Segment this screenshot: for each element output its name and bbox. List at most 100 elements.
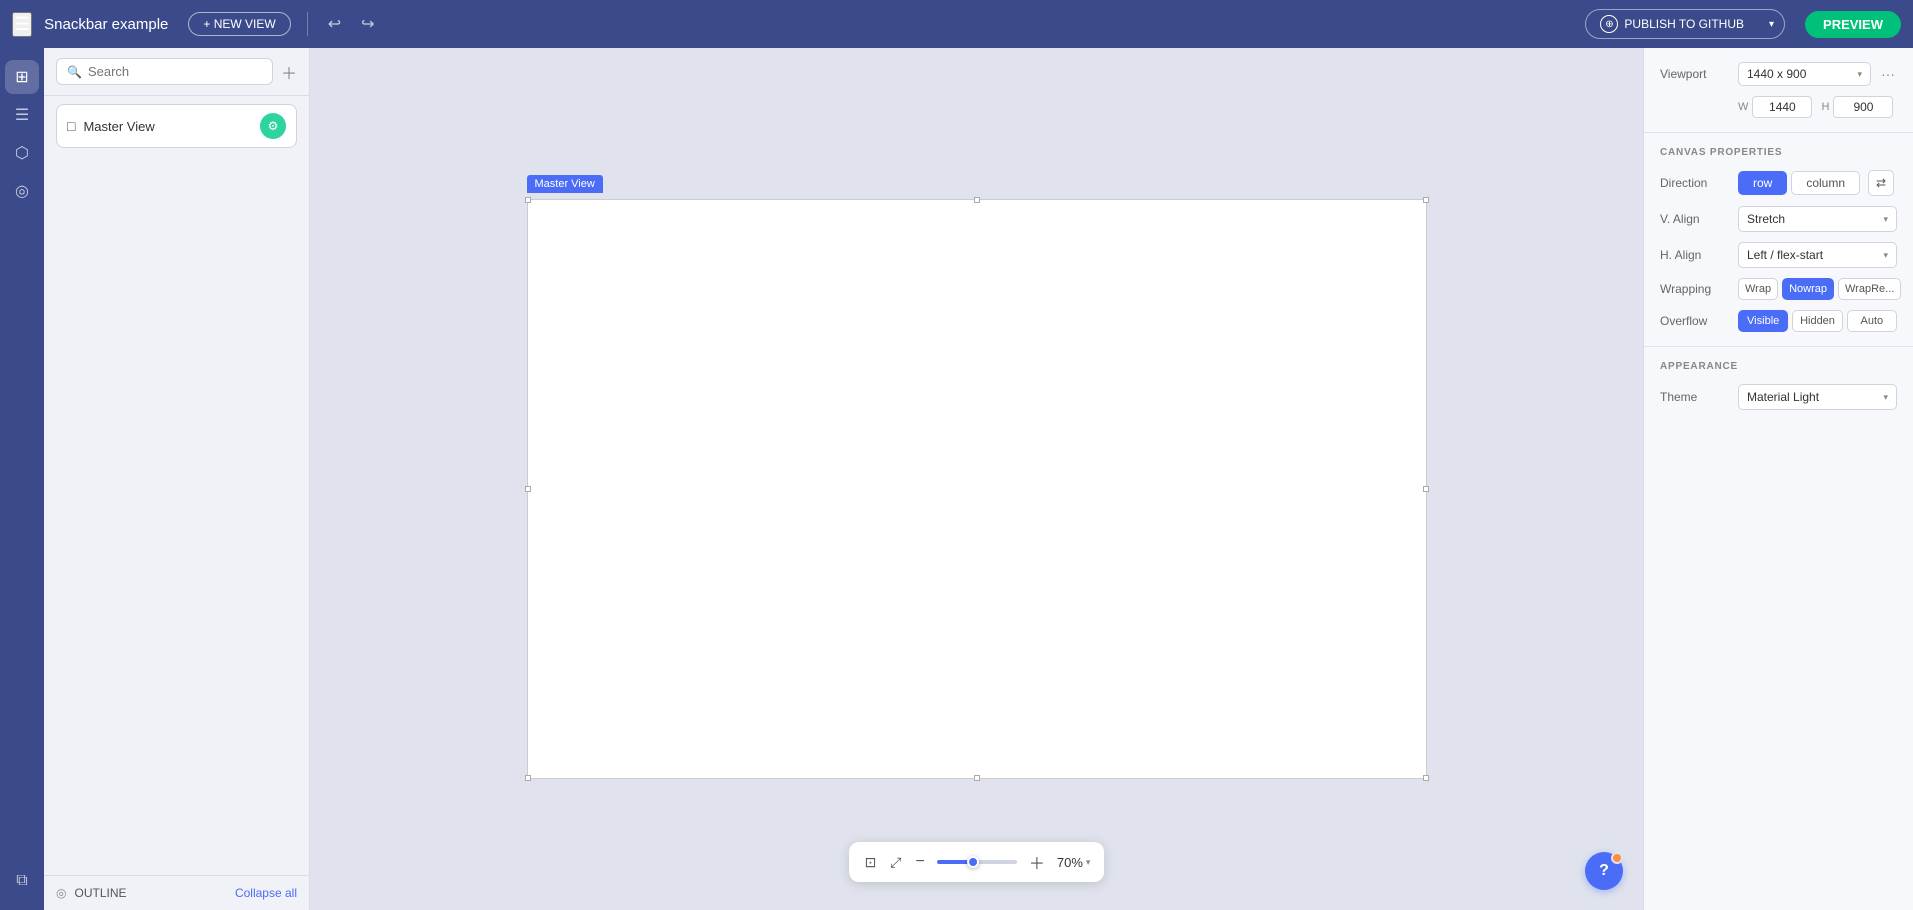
- handle-right-center[interactable]: [1423, 486, 1429, 492]
- collapse-all-button[interactable]: Collapse all: [235, 886, 297, 900]
- handle-bottom-left[interactable]: [525, 775, 531, 781]
- h-align-select[interactable]: Left / flex-start ▾: [1738, 242, 1897, 268]
- theme-row: Theme Material Light ▾: [1660, 384, 1897, 410]
- handle-top-right[interactable]: [1423, 197, 1429, 203]
- wrapping-group: Wrap Nowrap WrapRe...: [1738, 278, 1901, 300]
- undo-icon[interactable]: ↩: [324, 10, 345, 38]
- outline-icon: ◎: [56, 886, 66, 900]
- sidebar-icon-stack[interactable]: ⧉: [5, 864, 39, 898]
- help-button[interactable]: ?: [1585, 852, 1623, 890]
- viewport-section: Viewport 1440 x 900 ▾ ··· W H: [1644, 48, 1913, 133]
- zoom-increase-button[interactable]: ＋: [1027, 848, 1047, 876]
- layer-settings-button[interactable]: ⚙: [260, 113, 286, 139]
- handle-left-center[interactable]: [525, 486, 531, 492]
- menu-icon[interactable]: ☰: [12, 12, 32, 37]
- viewport-select[interactable]: 1440 x 900 ▾: [1738, 62, 1871, 86]
- handle-bottom-center[interactable]: [974, 775, 980, 781]
- zoom-slider-track[interactable]: [937, 860, 1017, 864]
- wrapre-button[interactable]: WrapRe...: [1838, 278, 1901, 300]
- direction-row-button[interactable]: row: [1738, 171, 1787, 195]
- layer-item-label: Master View: [83, 119, 252, 134]
- app-header: ☰ Snackbar example + NEW VIEW ↩ ↪ ⊕ PUBL…: [0, 0, 1913, 48]
- theme-select[interactable]: Material Light ▾: [1738, 384, 1897, 410]
- zoom-slider-thumb[interactable]: [967, 856, 979, 868]
- right-panel: Viewport 1440 x 900 ▾ ··· W H: [1643, 48, 1913, 910]
- preview-button[interactable]: PREVIEW: [1805, 11, 1901, 38]
- viewport-label: Viewport: [1660, 67, 1730, 81]
- sidebar-icon-database[interactable]: ⬡: [5, 136, 39, 170]
- publish-caret-icon[interactable]: ▾: [1759, 14, 1784, 35]
- swap-direction-button[interactable]: ⇄: [1868, 170, 1894, 196]
- handle-top-left[interactable]: [525, 197, 531, 203]
- header-divider: [307, 12, 308, 36]
- height-input[interactable]: [1833, 96, 1893, 118]
- github-icon: ⊕: [1600, 15, 1618, 33]
- search-icon: 🔍: [67, 65, 82, 79]
- search-area: 🔍 ＋: [44, 48, 309, 96]
- handle-top-center[interactable]: [974, 197, 980, 203]
- app-title: Snackbar example: [44, 16, 168, 33]
- viewport-row: Viewport 1440 x 900 ▾ ···: [1660, 62, 1897, 86]
- h-align-label: H. Align: [1660, 248, 1730, 262]
- wrapping-label: Wrapping: [1660, 282, 1730, 296]
- overflow-row: Overflow Visible Hidden Auto: [1660, 310, 1897, 332]
- height-label: H: [1822, 101, 1830, 113]
- dimensions-row: W H: [1660, 96, 1897, 118]
- new-view-button[interactable]: + NEW VIEW: [188, 12, 290, 36]
- appearance-title: APPEARANCE: [1660, 361, 1897, 372]
- direction-row: Direction row column ⇄: [1660, 170, 1897, 196]
- layer-item-icon: □: [67, 118, 75, 134]
- overflow-hidden-button[interactable]: Hidden: [1792, 310, 1842, 332]
- canvas-properties-section: CANVAS PROPERTIES Direction row column ⇄…: [1644, 133, 1913, 347]
- h-align-row: H. Align Left / flex-start ▾: [1660, 242, 1897, 268]
- v-align-row: V. Align Stretch ▾: [1660, 206, 1897, 232]
- main-layout: ⊞ ☰ ⬡ ◎ ⧉ 🔍 ＋ □ Master View ⚙ ◎ OUTLINE …: [0, 48, 1913, 910]
- left-icon-sidebar: ⊞ ☰ ⬡ ◎ ⧉: [0, 48, 44, 910]
- width-field: W: [1738, 96, 1814, 118]
- search-input[interactable]: [88, 64, 262, 79]
- direction-label: Direction: [1660, 176, 1730, 190]
- canvas-frame[interactable]: [527, 199, 1427, 779]
- sidebar-icon-grid[interactable]: ⊞: [5, 60, 39, 94]
- viewport-caret-icon: ▾: [1857, 69, 1862, 80]
- zoom-toolbar: ⊡ ⤢ − ＋ 70% ▾: [849, 842, 1105, 882]
- nowrap-button[interactable]: Nowrap: [1782, 278, 1834, 300]
- overflow-label: Overflow: [1660, 314, 1730, 328]
- v-align-caret-icon: ▾: [1883, 214, 1888, 225]
- search-box[interactable]: 🔍: [56, 58, 273, 85]
- canvas-frame-wrapper: Master View: [527, 199, 1427, 779]
- direction-column-button[interactable]: column: [1791, 171, 1860, 195]
- width-label: W: [1738, 101, 1748, 113]
- overflow-auto-button[interactable]: Auto: [1847, 310, 1897, 332]
- zoom-fit-button[interactable]: ⊡: [863, 852, 879, 873]
- theme-label: Theme: [1660, 390, 1730, 404]
- zoom-decrease-button[interactable]: −: [914, 851, 927, 873]
- sidebar-icon-layers[interactable]: ☰: [5, 98, 39, 132]
- width-input[interactable]: [1752, 96, 1812, 118]
- canvas-frame-label: Master View: [527, 175, 603, 193]
- handle-bottom-right[interactable]: [1423, 775, 1429, 781]
- canvas-area[interactable]: Master View ⊡ ⤢ − ＋ 70%: [310, 48, 1643, 910]
- zoom-caret-icon: ▾: [1086, 857, 1091, 868]
- zoom-value-button[interactable]: 70% ▾: [1057, 855, 1091, 870]
- overflow-group: Visible Hidden Auto: [1738, 310, 1897, 332]
- publish-github-button[interactable]: ⊕ PUBLISH TO GITHUB ▾: [1585, 9, 1785, 39]
- outline-section: ◎ OUTLINE Collapse all: [44, 875, 309, 910]
- zoom-fullscreen-button[interactable]: ⤢: [888, 852, 903, 873]
- add-layer-button[interactable]: ＋: [281, 60, 297, 84]
- v-align-select[interactable]: Stretch ▾: [1738, 206, 1897, 232]
- overflow-visible-button[interactable]: Visible: [1738, 310, 1788, 332]
- redo-icon[interactable]: ↪: [357, 10, 378, 38]
- layer-item-master-view[interactable]: □ Master View ⚙: [56, 104, 297, 148]
- v-align-label: V. Align: [1660, 212, 1730, 226]
- sidebar-icon-theme[interactable]: ◎: [5, 174, 39, 208]
- height-field: H: [1822, 96, 1898, 118]
- viewport-more-button[interactable]: ···: [1879, 64, 1897, 84]
- panel-content-area: [44, 156, 309, 875]
- theme-caret-icon: ▾: [1883, 392, 1888, 403]
- h-align-caret-icon: ▾: [1883, 250, 1888, 261]
- wrap-button[interactable]: Wrap: [1738, 278, 1778, 300]
- outline-label: OUTLINE: [74, 886, 226, 900]
- panel-sidebar: 🔍 ＋ □ Master View ⚙ ◎ OUTLINE Collapse a…: [44, 48, 310, 910]
- direction-group: row column ⇄: [1738, 170, 1897, 196]
